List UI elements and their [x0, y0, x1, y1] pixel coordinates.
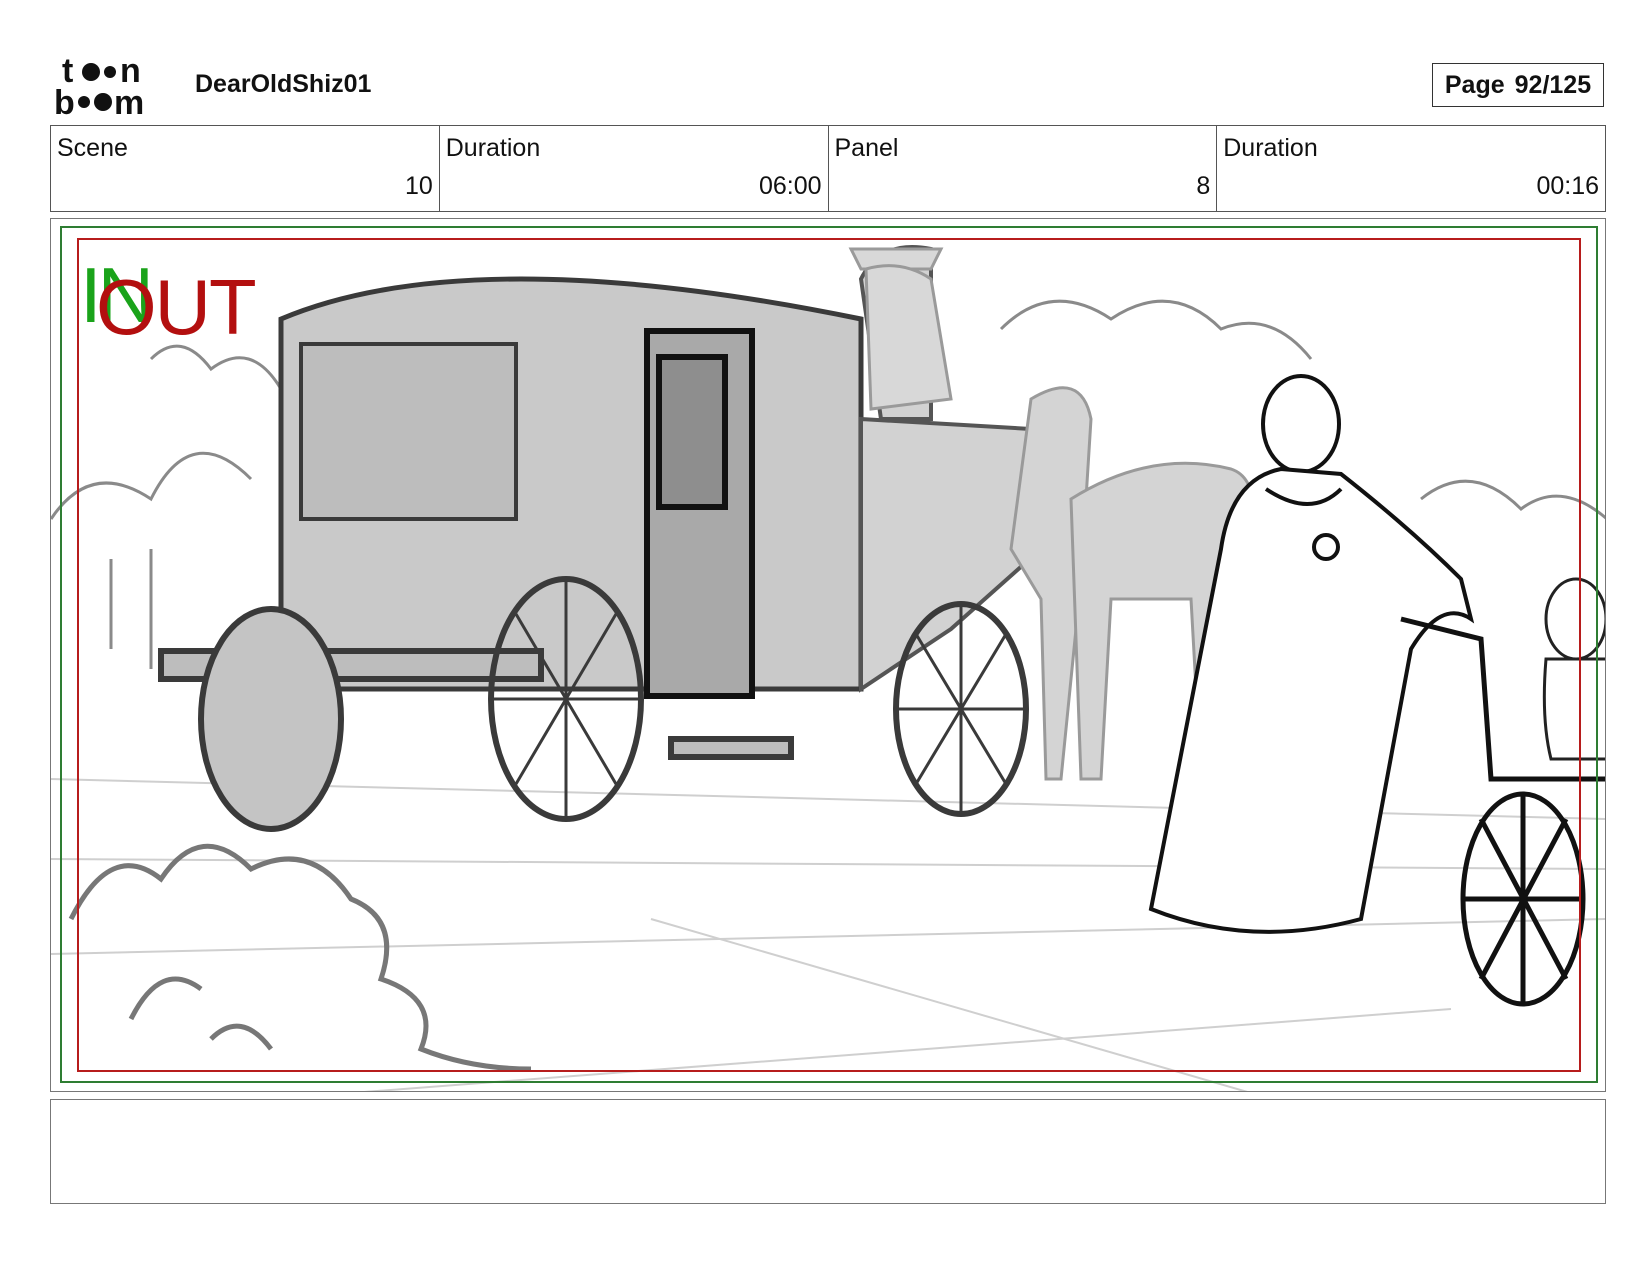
panel-notes-box[interactable]	[50, 1099, 1606, 1204]
panel-sketch	[51, 226, 1605, 1091]
page-number: 92/125	[1514, 70, 1592, 99]
panel-cell: Panel 8	[829, 126, 1218, 211]
panel-duration-value: 00:16	[1536, 172, 1599, 200]
panel-duration-cell: Duration 00:16	[1217, 126, 1605, 211]
toon-boom-logo: t n b m	[54, 52, 174, 122]
scene-info-table: Scene 10 Duration 06:00 Panel 8 Duration…	[50, 125, 1606, 212]
project-title: DearOldShiz01	[195, 70, 372, 98]
panel-value: 8	[1196, 172, 1211, 200]
page-indicator: Page 92/125	[1432, 63, 1604, 107]
page-label: Page	[1444, 70, 1505, 99]
scene-label: Scene	[57, 134, 128, 162]
panel-label: Panel	[834, 134, 899, 162]
svg-text:m: m	[114, 84, 144, 118]
panel-duration-label: Duration	[1223, 134, 1318, 162]
scene-duration-value: 06:00	[758, 172, 822, 200]
out-marker: OUT	[96, 263, 257, 351]
scene-duration-label: Duration	[445, 134, 541, 162]
scene-value: 10	[404, 172, 433, 200]
storyboard-panel-image	[50, 218, 1606, 1092]
in-out-marker: IN OUT	[80, 250, 270, 351]
svg-text:b: b	[54, 84, 75, 118]
scene-cell: Scene 10	[51, 126, 440, 211]
scene-duration-cell: Duration 06:00	[440, 126, 829, 211]
